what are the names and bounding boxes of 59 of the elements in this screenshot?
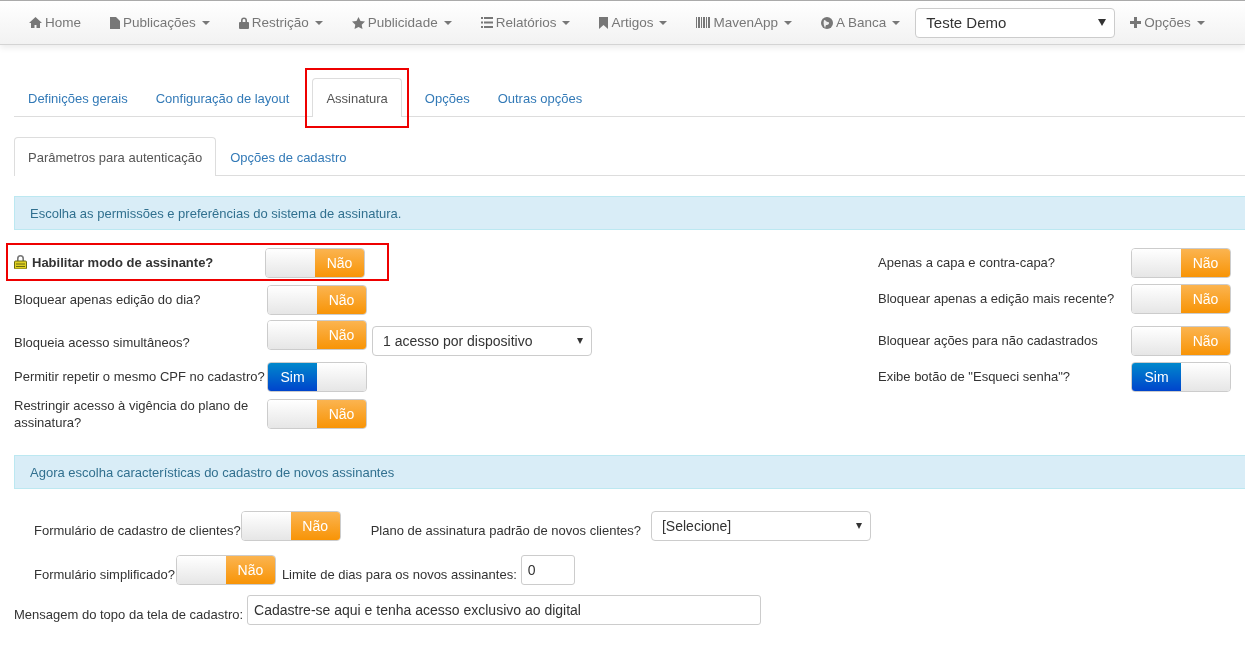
option-label: Habilitar modo de assinante? — [14, 254, 265, 271]
nav-menu[interactable]: Opções — [1120, 15, 1215, 30]
field-label: Limite de dias para os novos assinantes: — [281, 567, 517, 584]
dropdown-select[interactable]: 1 acesso por dispositivo — [372, 326, 592, 356]
toggle-switch[interactable]: Sim — [1131, 361, 1231, 392]
caret-icon — [659, 20, 668, 25]
caret-icon — [855, 523, 862, 529]
option-label: Bloquear ações para não cadastrados — [878, 332, 1099, 349]
alert-text: Escolha as permissões e preferências do sistema de assinatura. — [30, 205, 402, 221]
option-label: Restringir acesso à vigência do plano de assinatura? — [14, 397, 250, 431]
list-icon — [480, 17, 493, 28]
caret-icon — [562, 20, 571, 25]
tab[interactable]: Assinatura — [312, 78, 402, 117]
toggle-switch[interactable]: Sim — [267, 361, 367, 392]
text-field[interactable]: 0 — [520, 555, 575, 585]
alert-text: Agora escolha características do cadastro de novos assinantes — [30, 464, 395, 480]
padlock-icon — [14, 254, 27, 269]
nav-menu[interactable]: MavenApp — [686, 15, 802, 30]
tab[interactable]: Opções — [410, 79, 484, 117]
tab[interactable]: Parâmetros para autenticação — [14, 137, 217, 176]
caret-icon — [1196, 20, 1205, 25]
field-label: Mensagem do topo da tela de cadastro: — [14, 607, 244, 624]
field-label: Plano de assinatura padrão de novos clientes? — [370, 523, 641, 540]
barcode-icon — [696, 17, 711, 28]
nav-menu[interactable]: Artigos — [589, 15, 678, 30]
option-label: Bloqueia acesso simultâneos? — [14, 334, 191, 352]
tab[interactable]: Definições gerais — [14, 79, 142, 117]
home-icon — [29, 17, 42, 28]
tab[interactable]: Configuração de layout — [141, 79, 304, 117]
nav-menu[interactable]: Publicações — [100, 15, 220, 30]
caret-icon — [1098, 19, 1107, 26]
caret-icon — [443, 20, 452, 25]
dropdown-select[interactable]: [Selecione] — [650, 511, 871, 541]
bookmark-icon — [599, 16, 609, 29]
text-field[interactable]: Cadastre-se aqui e tenha acesso exclusivo ao digital — [247, 595, 762, 625]
tab[interactable]: Opções de cadastro — [216, 138, 361, 176]
nav-menu[interactable]: Publicidade — [341, 15, 462, 30]
star-icon — [351, 16, 365, 29]
nav-menu[interactable]: Home — [19, 15, 91, 30]
caret-icon — [577, 338, 583, 344]
nav-menu[interactable]: A Banca — [811, 15, 911, 30]
option-label: Permitir repetir o mesmo CPF no cadastro? — [14, 368, 266, 385]
caret-icon — [892, 20, 901, 25]
option-label: Bloquear apenas edição do dia? — [14, 291, 202, 308]
option-label: Bloquear apenas a edição mais recente? — [878, 290, 1116, 307]
caret-icon — [201, 20, 210, 25]
field-label: Formulário de cadastro de clientes? — [34, 523, 241, 540]
nav-menu[interactable]: Restrição — [228, 15, 333, 30]
site-select[interactable]: Teste Demo — [915, 7, 1116, 38]
caret-icon — [784, 20, 792, 25]
plus-icon — [1130, 17, 1142, 28]
field-label: Formulário simplificado? — [34, 567, 175, 584]
nav-menu[interactable]: Relatórios — [470, 15, 581, 30]
option-label: Exibe botão de "Esqueci senha"? — [878, 368, 1072, 385]
caret-icon — [314, 20, 323, 25]
tab[interactable]: Outras opções — [483, 79, 597, 117]
document-icon — [110, 16, 120, 29]
option-label: Apenas a capa e contra-capa? — [878, 254, 1057, 271]
lock-icon — [238, 16, 249, 29]
